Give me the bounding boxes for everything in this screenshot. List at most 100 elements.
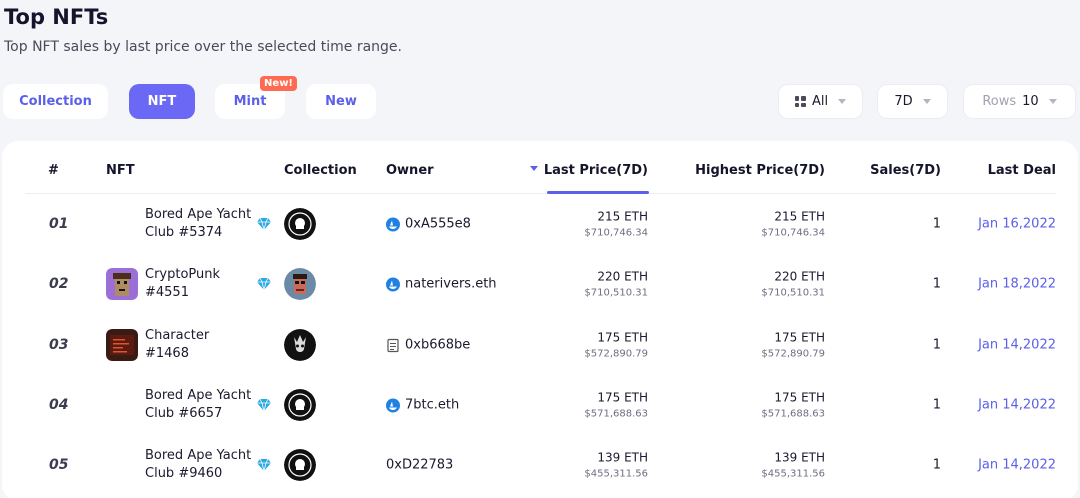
category-filter[interactable]: All	[778, 84, 863, 119]
rows-filter-label: Rows	[982, 94, 1017, 109]
new-badge: New!	[260, 76, 297, 91]
last-price: 175 ETH $572,890.79	[584, 331, 648, 360]
owner[interactable]: naterivers.eth	[386, 277, 497, 292]
chevron-down-icon	[1048, 99, 1057, 104]
rank: 04	[49, 397, 69, 413]
highest-price-usd: $571,688.63	[761, 408, 825, 420]
highest-price-usd: $455,311.56	[761, 468, 825, 480]
chevron-down-icon	[838, 99, 847, 104]
nft-thumbnail[interactable]	[106, 329, 138, 361]
last-price-eth: 175 ETH	[597, 390, 648, 405]
last-price-usd: $710,746.34	[584, 227, 648, 239]
column-header-highest-price[interactable]: Highest Price(7D)	[695, 163, 825, 178]
opensea-icon	[386, 398, 400, 412]
rows-filter-value: 10	[1022, 94, 1039, 109]
category-filter-value: All	[811, 94, 829, 109]
diamond-icon	[257, 218, 271, 230]
last-deal-link[interactable]: Jan 18,2022	[978, 277, 1056, 292]
last-price-eth: 139 ETH	[597, 450, 648, 465]
highest-price: 175 ETH $571,688.63	[761, 391, 825, 420]
collection-avatar[interactable]	[284, 208, 316, 240]
last-price-usd: $710,510.31	[584, 287, 648, 299]
last-price-eth: 220 ETH	[597, 269, 648, 284]
rows-filter[interactable]: Rows 10	[963, 84, 1076, 119]
column-header-last-price[interactable]: Last Price(7D)	[529, 163, 648, 178]
nft-name[interactable]: Bored Ape Yacht Club #6657	[145, 387, 253, 423]
last-price-usd: $571,688.63	[584, 408, 648, 420]
last-price: 175 ETH $571,688.63	[584, 391, 648, 420]
owner[interactable]: 0xD22783	[386, 458, 453, 473]
document-icon	[387, 338, 399, 352]
column-header-nft: NFT	[106, 163, 135, 178]
sales-count: 1	[932, 337, 941, 353]
opensea-icon	[386, 277, 400, 291]
owner-address: 0xD22783	[386, 457, 454, 473]
last-price-eth: 175 ETH	[597, 330, 648, 345]
highest-price-usd: $710,510.31	[761, 287, 825, 299]
column-header-collection: Collection	[284, 163, 357, 178]
highest-price: 175 ETH $572,890.79	[761, 331, 825, 360]
owner-address: 0xA555e8	[405, 216, 471, 232]
column-header-last-price-label: Last Price(7D)	[543, 163, 648, 178]
sales-count: 1	[932, 216, 941, 232]
last-price-usd: $572,890.79	[584, 348, 648, 360]
owner[interactable]: 0xb668be	[386, 338, 470, 353]
page-subtitle: Top NFT sales by last price over the sel…	[4, 39, 402, 55]
table-row[interactable]: 04 Bored Ape Yacht Club #6657 7btc.eth 1…	[0, 375, 1080, 435]
diamond-icon	[257, 278, 271, 290]
owner[interactable]: 7btc.eth	[386, 398, 459, 413]
highest-price: 139 ETH $455,311.56	[761, 451, 825, 480]
nft-name[interactable]: Bored Ape Yacht Club #9460	[145, 447, 253, 483]
owner-address: 0xb668be	[405, 337, 471, 353]
tab-mint-label: Mint	[233, 94, 267, 109]
page-title: Top NFTs	[4, 5, 109, 29]
collection-avatar[interactable]	[284, 329, 316, 361]
grid-icon	[794, 96, 806, 107]
last-deal-link[interactable]: Jan 14,2022	[978, 398, 1056, 413]
tab-collection[interactable]: Collection	[3, 84, 108, 119]
column-header-rank: #	[48, 163, 59, 178]
last-price: 139 ETH $455,311.56	[584, 451, 648, 480]
rank: 05	[49, 457, 69, 473]
sort-desc-icon	[529, 166, 538, 171]
table-row[interactable]: 03 Character #1468 0xb668be 175 ETH $572…	[0, 315, 1080, 375]
rank: 01	[49, 216, 69, 232]
sales-count: 1	[932, 397, 941, 413]
tab-mint[interactable]: Mint New!	[215, 76, 297, 119]
tab-nft[interactable]: NFT	[129, 84, 195, 119]
collection-avatar[interactable]	[284, 449, 316, 481]
highest-price: 220 ETH $710,510.31	[761, 270, 825, 299]
rank: 02	[49, 276, 69, 292]
nft-name[interactable]: Bored Ape Yacht Club #5374	[145, 206, 253, 242]
nft-name[interactable]: Character #1468	[145, 327, 253, 363]
sales-count: 1	[932, 276, 941, 292]
diamond-icon	[257, 399, 271, 411]
table-row[interactable]: 02 CryptoPunk #4551 naterivers.eth 220 E…	[0, 254, 1080, 314]
highest-price-eth: 175 ETH	[774, 390, 825, 405]
sales-count: 1	[932, 457, 941, 473]
column-header-sales[interactable]: Sales(7D)	[870, 163, 941, 178]
last-price-usd: $455,311.56	[584, 468, 648, 480]
collection-avatar[interactable]	[284, 268, 316, 300]
diamond-icon	[257, 459, 271, 471]
table-row[interactable]: 01 Bored Ape Yacht Club #5374 0xA555e8 2…	[0, 194, 1080, 254]
highest-price: 215 ETH $710,746.34	[761, 210, 825, 239]
last-deal-link[interactable]: Jan 14,2022	[978, 338, 1056, 353]
column-header-last-deal[interactable]: Last Deal	[988, 163, 1056, 178]
opensea-icon	[386, 217, 400, 231]
tab-new[interactable]: New	[306, 84, 376, 119]
last-deal-link[interactable]: Jan 14,2022	[978, 458, 1056, 473]
highest-price-eth: 175 ETH	[774, 330, 825, 345]
chevron-down-icon	[922, 99, 931, 104]
owner[interactable]: 0xA555e8	[386, 217, 471, 232]
nft-thumbnail[interactable]	[106, 268, 138, 300]
collection-avatar[interactable]	[284, 389, 316, 421]
range-filter[interactable]: 7D	[877, 84, 948, 119]
last-deal-link[interactable]: Jan 16,2022	[978, 217, 1056, 232]
highest-price-eth: 215 ETH	[774, 209, 825, 224]
table-row[interactable]: 05 Bored Ape Yacht Club #9460 0xD22783 1…	[0, 435, 1080, 495]
nft-name[interactable]: CryptoPunk #4551	[145, 266, 253, 302]
highest-price-eth: 220 ETH	[774, 269, 825, 284]
rank: 03	[49, 337, 69, 353]
last-price-eth: 215 ETH	[597, 209, 648, 224]
